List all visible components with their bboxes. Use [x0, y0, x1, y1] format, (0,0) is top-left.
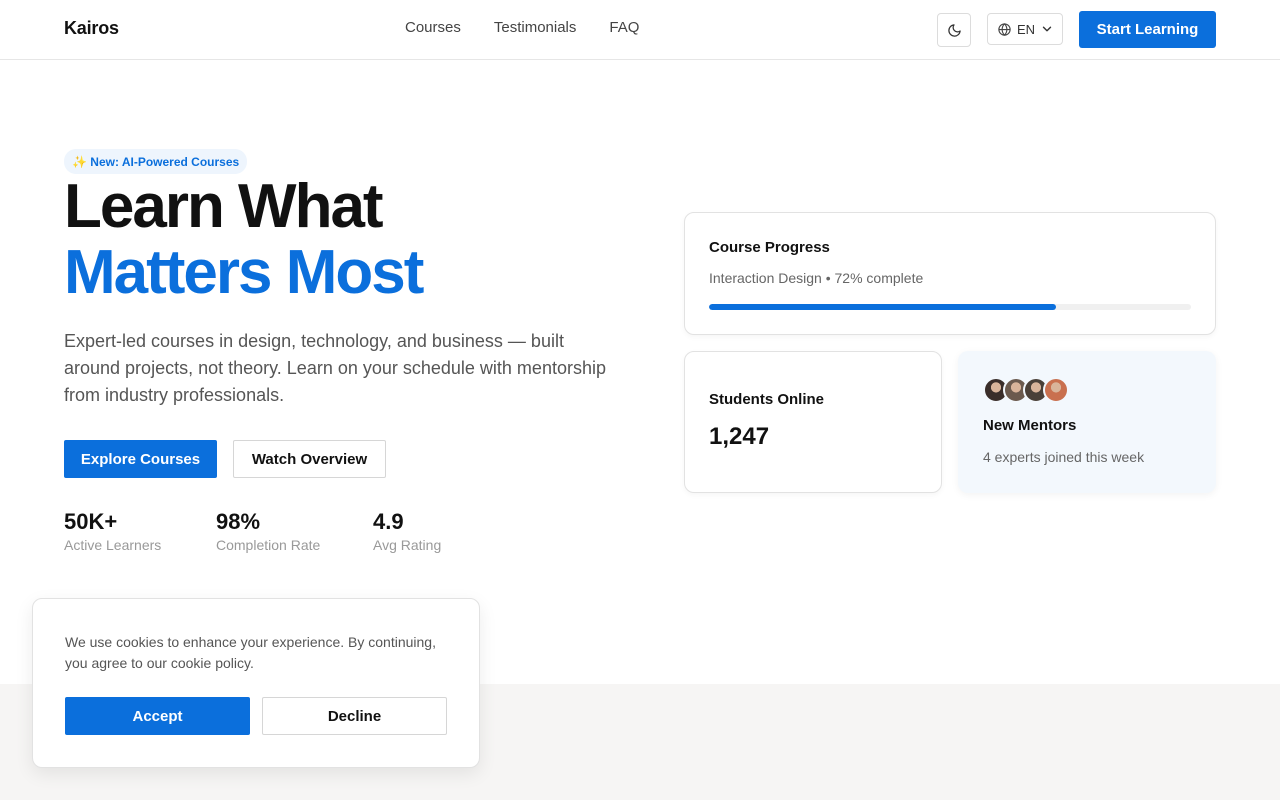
nav-link-testimonials[interactable]: Testimonials: [494, 19, 577, 36]
theme-toggle-button[interactable]: [937, 13, 971, 47]
stat-completion-rate: 98% Completion Rate: [216, 509, 320, 553]
progress-bar: [709, 304, 1191, 310]
stat-label: Avg Rating: [373, 537, 442, 553]
decline-cookies-button[interactable]: Decline: [262, 697, 447, 735]
stat-avg-rating: 4.9 Avg Rating: [373, 509, 441, 553]
stat-active-learners: 50K+ Active Learners: [64, 509, 161, 553]
accept-cookies-button[interactable]: Accept: [65, 697, 250, 735]
mentor-avatar: [1043, 377, 1069, 403]
hero-title: Learn What Matters Most: [64, 172, 424, 307]
chevron-down-icon: [1042, 26, 1052, 32]
stat-value: 98%: [216, 509, 261, 534]
students-online-card: Students Online 1,247: [684, 351, 942, 493]
top-navbar: Kairos Courses Testimonials FAQ EN Start…: [0, 0, 1280, 60]
progress-bar-fill: [709, 304, 1057, 310]
card-title: Course Progress: [709, 239, 830, 256]
students-online-count: 1,247: [709, 423, 770, 450]
new-mentors-card: New Mentors 4 experts joined this week: [958, 351, 1216, 493]
explore-courses-button[interactable]: Explore Courses: [64, 440, 217, 478]
cookie-banner: We use cookies to enhance your experienc…: [32, 598, 480, 768]
language-select[interactable]: EN: [987, 13, 1063, 45]
card-title: New Mentors: [983, 417, 1077, 434]
hero-title-line2: Matters Most: [64, 238, 424, 307]
globe-icon: [998, 22, 1011, 36]
card-subtitle: 4 experts joined this week: [983, 449, 1145, 465]
stat-label: Completion Rate: [216, 537, 321, 553]
moon-icon: [947, 23, 961, 37]
cookie-text: We use cookies to enhance your experienc…: [65, 634, 436, 671]
stat-value: 4.9: [373, 509, 404, 534]
hero-description: Expert-led courses in design, technology…: [64, 331, 606, 405]
stat-value: 50K+: [64, 509, 118, 534]
watch-overview-button[interactable]: Watch Overview: [233, 440, 386, 478]
start-learning-button[interactable]: Start Learning: [1079, 11, 1216, 48]
nav-links: Courses Testimonials FAQ: [405, 19, 672, 36]
brand-logo[interactable]: Kairos: [64, 18, 119, 39]
nav-link-faq[interactable]: FAQ: [609, 19, 639, 36]
card-title: Students Online: [709, 391, 825, 408]
card-subtitle: Interaction Design • 72% complete: [709, 270, 924, 286]
hero-title-line1: Learn What: [64, 172, 384, 241]
course-progress-card: Course Progress Interaction Design • 72%…: [684, 212, 1216, 335]
mentor-avatars: [983, 377, 1069, 403]
stat-label: Active Learners: [64, 537, 162, 553]
badge-text: ✨ New: AI-Powered Courses: [72, 154, 240, 169]
language-label: EN: [1017, 21, 1036, 37]
nav-link-courses[interactable]: Courses: [405, 19, 461, 36]
new-feature-badge: ✨ New: AI-Powered Courses: [64, 149, 248, 174]
